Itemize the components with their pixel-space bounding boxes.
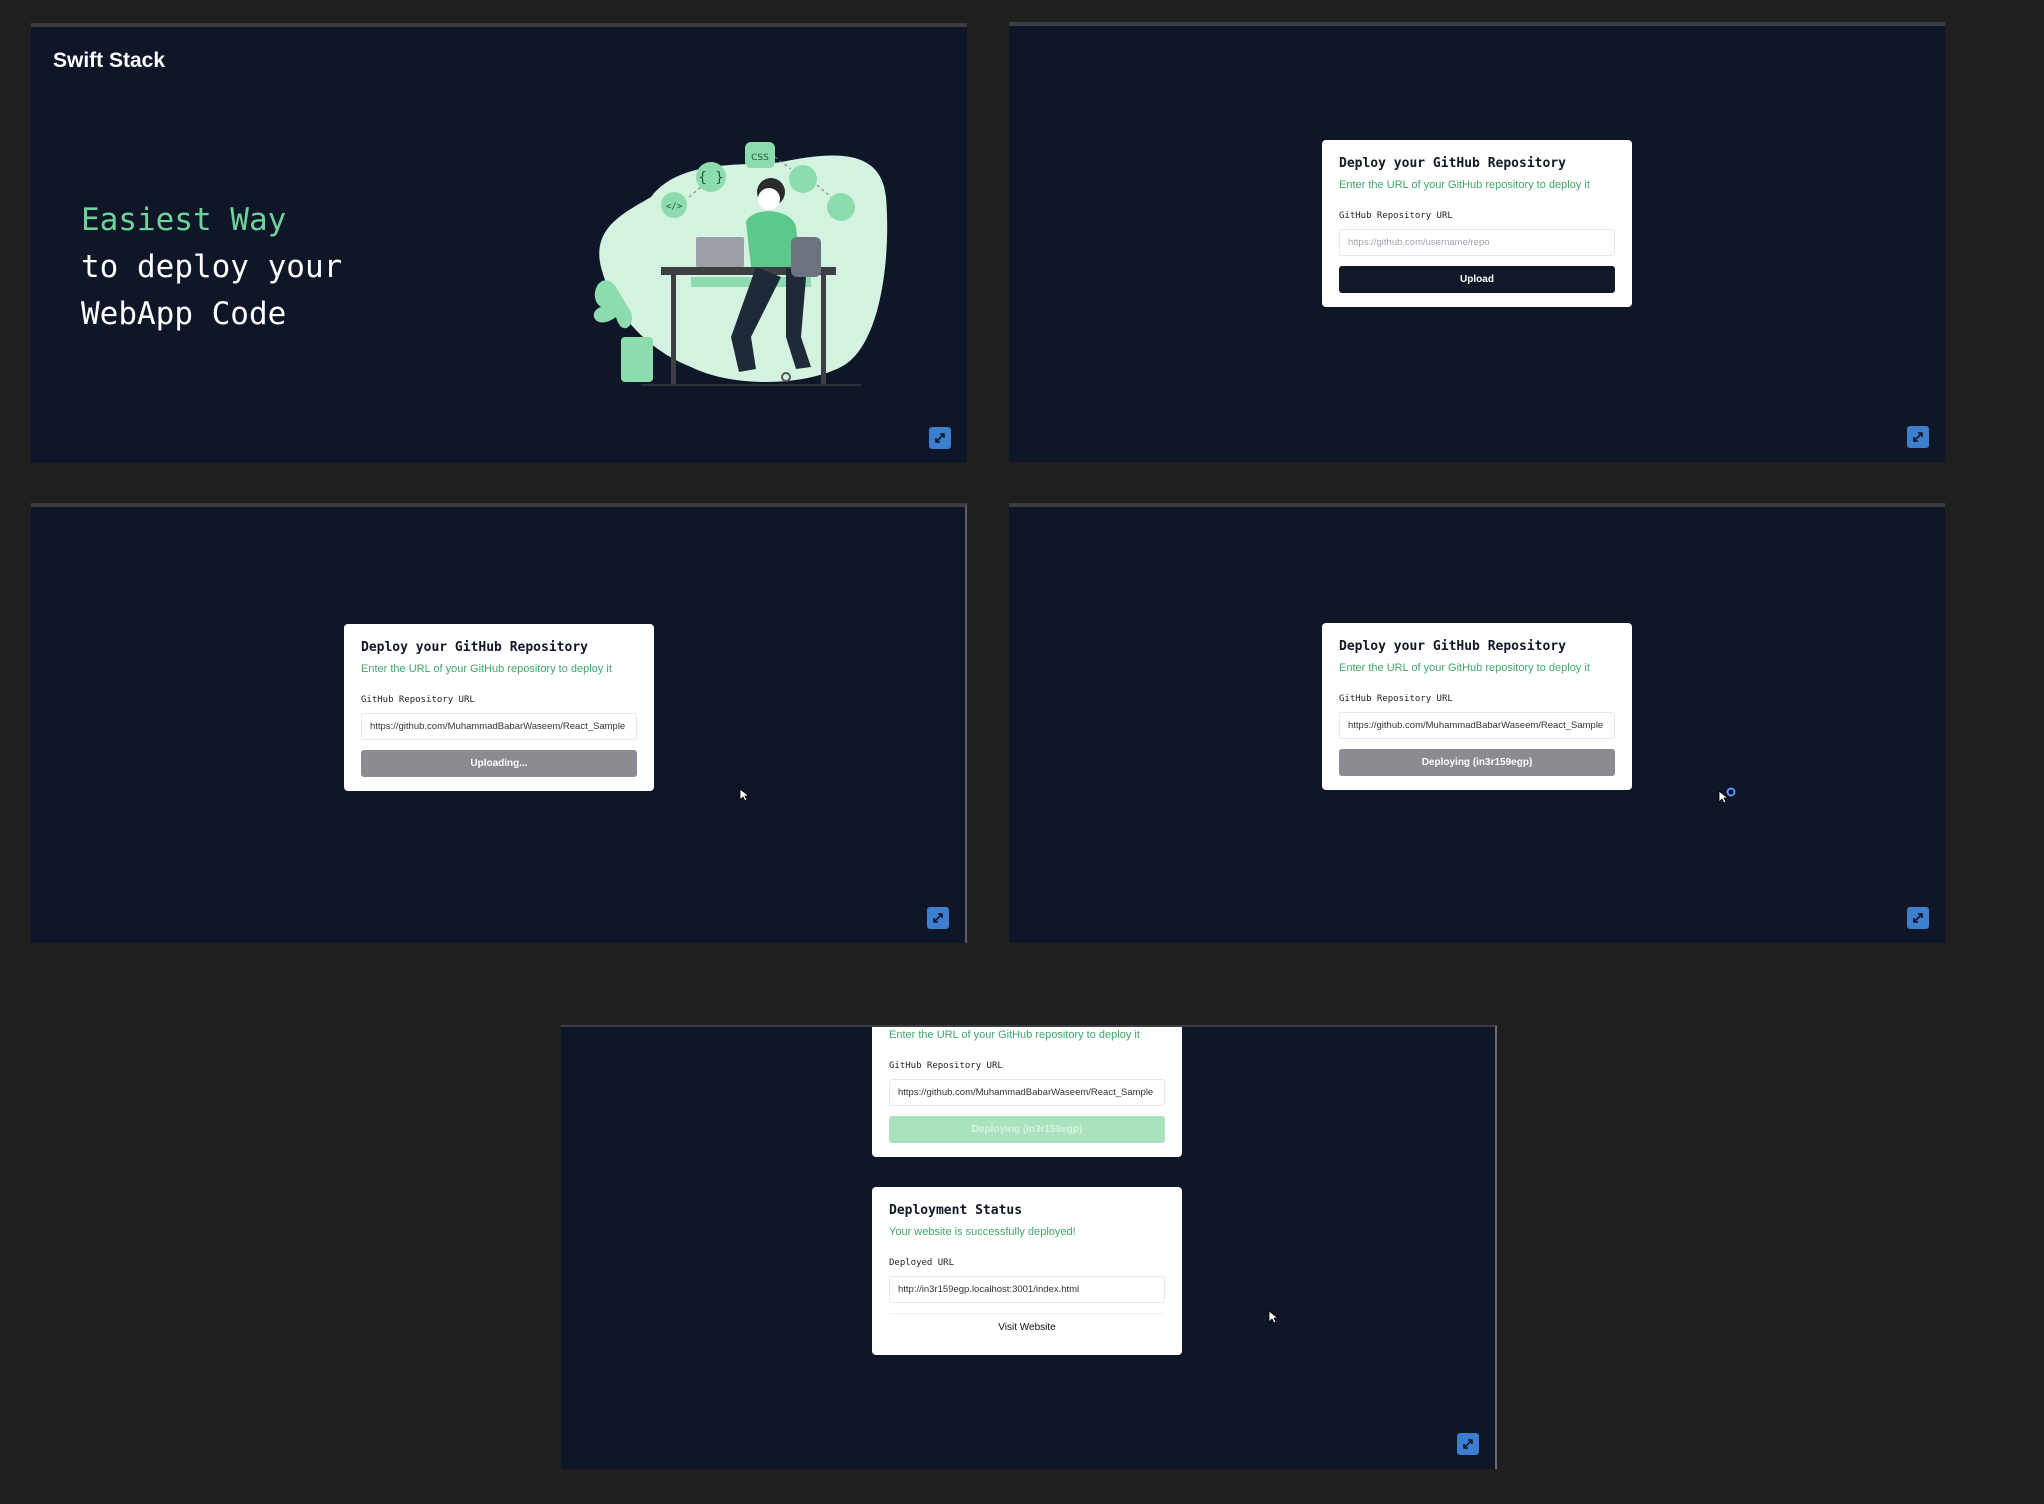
svg-text:</>: </> xyxy=(666,202,683,212)
deploy-panel-deploying: Deploy your GitHub Repository Enter the … xyxy=(1009,503,1945,943)
svg-text:{ }: { } xyxy=(698,170,723,186)
deploy-card: Deploy your GitHub Repository Enter the … xyxy=(1322,623,1632,790)
expand-icon xyxy=(1913,432,1923,442)
expand-button[interactable] xyxy=(1457,1433,1479,1455)
expand-button[interactable] xyxy=(929,427,951,449)
deploy-card-subtitle: Enter the URL of your GitHub repository … xyxy=(1339,662,1590,674)
repo-url-label: GitHub Repository URL xyxy=(1339,694,1453,704)
repo-url-input[interactable]: https://github.com/MuhammadBabarWaseem/R… xyxy=(1339,712,1615,739)
cursor-icon xyxy=(1268,1310,1278,1324)
deploy-card-title: Deploy your GitHub Repository xyxy=(1339,156,1566,171)
deploying-button-disabled[interactable]: Deploying (in3r159egp) xyxy=(889,1116,1165,1143)
deploy-card-title: Deploy your GitHub Repository xyxy=(1339,639,1566,654)
expand-icon xyxy=(1913,913,1923,923)
upload-button[interactable]: Upload xyxy=(1339,266,1615,293)
deployed-url-label: Deployed URL xyxy=(889,1258,955,1268)
deploy-panel-empty: Deploy your GitHub Repository Enter the … xyxy=(1009,22,1945,462)
status-card-subtitle: Your website is successfully deployed! xyxy=(889,1226,1076,1238)
spinner-icon xyxy=(1718,787,1736,804)
visit-website-button[interactable]: Visit Website xyxy=(889,1313,1165,1341)
expand-button[interactable] xyxy=(927,907,949,929)
developer-illustration: { } CSS </> xyxy=(593,142,888,386)
expand-button[interactable] xyxy=(1907,907,1929,929)
css-badge-text: CSS xyxy=(751,153,769,163)
deploy-card-title: Deploy your GitHub Repository xyxy=(361,640,588,655)
deploy-card-subtitle: Enter the URL of your GitHub repository … xyxy=(1339,179,1590,191)
expand-icon xyxy=(935,433,945,443)
hero-line-3: WebApp Code xyxy=(81,296,287,332)
cursor-icon xyxy=(739,788,749,802)
deploy-card-subtitle: Enter the URL of your GitHub repository … xyxy=(889,1029,1140,1041)
deployed-url-field[interactable]: http://in3r159egp.localhost:3001/index.h… xyxy=(889,1276,1165,1303)
deploy-panel-uploading: Deploy your GitHub Repository Enter the … xyxy=(31,503,967,943)
deploy-card: Deploy your GitHub Repository Enter the … xyxy=(344,624,654,791)
deploy-card: Deploy your GitHub Repository Enter the … xyxy=(1322,140,1632,307)
expand-button[interactable] xyxy=(1907,426,1929,448)
uploading-button[interactable]: Uploading... xyxy=(361,750,637,777)
repo-url-input[interactable]: https://github.com/MuhammadBabarWaseem/R… xyxy=(361,713,637,740)
landing-panel: Swift Stack Easiest Way to deploy your W… xyxy=(31,23,967,463)
deploying-button[interactable]: Deploying (in3r159egp) xyxy=(1339,749,1615,776)
repo-url-label: GitHub Repository URL xyxy=(361,695,475,705)
deploy-card-subtitle: Enter the URL of your GitHub repository … xyxy=(361,663,612,675)
hero-line-2: to deploy your xyxy=(81,249,343,285)
repo-url-input[interactable]: https://github.com/username/repo xyxy=(1339,229,1615,256)
deploy-card: Enter the URL of your GitHub repository … xyxy=(872,1027,1182,1157)
deploy-panel-success: Enter the URL of your GitHub repository … xyxy=(561,1025,1497,1469)
expand-icon xyxy=(933,913,943,923)
brand-logo[interactable]: Swift Stack xyxy=(53,49,165,73)
expand-icon xyxy=(1463,1439,1473,1449)
hero-line-1: Easiest Way xyxy=(81,202,287,238)
status-card-title: Deployment Status xyxy=(889,1203,1023,1218)
hero-heading: Easiest Way to deploy your WebApp Code xyxy=(81,197,342,338)
repo-url-input[interactable]: https://github.com/MuhammadBabarWaseem/R… xyxy=(889,1079,1165,1106)
repo-url-label: GitHub Repository URL xyxy=(1339,211,1453,221)
status-card: Deployment Status Your website is succes… xyxy=(872,1187,1182,1355)
repo-url-label: GitHub Repository URL xyxy=(889,1061,1003,1071)
